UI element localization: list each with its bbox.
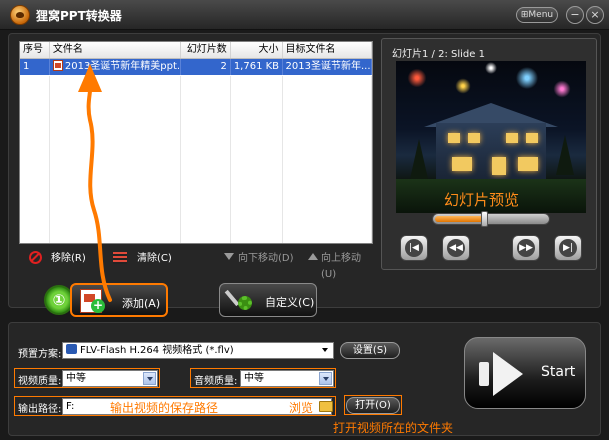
list-toolbar: 移除(R) 清除(C) 向下移动(D) 向上移动(U) — [19, 248, 373, 280]
audio-quality-select[interactable]: 中等 — [240, 370, 334, 387]
next-slide-button[interactable]: ▶▶ — [512, 235, 540, 261]
app-logo-icon — [10, 5, 30, 25]
first-icon: |◀ — [405, 239, 423, 257]
player-controls: |◀ ◀◀ ▶▶ ▶| — [396, 235, 586, 265]
clear-icon[interactable] — [113, 252, 127, 264]
preset-label: 预置方案: — [18, 349, 62, 360]
add-button[interactable]: 添加(A) — [70, 283, 168, 317]
flv-format-icon — [66, 344, 77, 354]
close-button[interactable]: × — [586, 6, 604, 24]
list-grid — [20, 76, 372, 243]
audio-quality-label: 音频质量: — [194, 376, 238, 387]
table-row[interactable]: 1 2013圣诞节新年精美ppt... 2 1,761 KB 2013圣诞节新年… — [20, 59, 373, 75]
open-hint: 打开视频所在的文件夹 — [333, 421, 454, 435]
previous-icon: ◀◀ — [447, 239, 465, 257]
video-quality-label: 视频质量: — [18, 376, 62, 387]
arrow-up-icon[interactable] — [308, 253, 318, 260]
column-index[interactable]: 序号 — [20, 42, 50, 58]
minimize-button[interactable]: − — [566, 6, 584, 24]
row-filename: 2013圣诞节新年精美ppt... — [50, 59, 182, 75]
start-label: Start — [541, 364, 576, 380]
app-title: 狸窝PPT转换器 — [36, 9, 122, 23]
column-slides[interactable]: 幻灯片数 — [181, 42, 231, 58]
last-slide-button[interactable]: ▶| — [554, 235, 582, 261]
previous-slide-button[interactable]: ◀◀ — [442, 235, 470, 261]
column-size[interactable]: 大小 — [231, 42, 283, 58]
remove-icon[interactable] — [29, 251, 42, 264]
preset-select[interactable]: FLV-Flash H.264 视频格式 (*.flv) — [62, 342, 334, 359]
first-slide-button[interactable]: |◀ — [400, 235, 428, 261]
browse-label[interactable]: 浏览 — [289, 399, 313, 416]
folder-icon[interactable] — [319, 401, 333, 412]
file-list[interactable]: 序号 文件名 幻灯片数 大小 目标文件名 1 2013圣诞节新年精美ppt...… — [19, 41, 373, 244]
output-hint: 输出视频的保存路径 — [110, 401, 219, 415]
row-target: 2013圣诞节新年... — [283, 59, 373, 75]
row-size: 1,761 KB — [231, 59, 283, 75]
next-icon: ▶▶ — [517, 239, 535, 257]
last-icon: ▶| — [559, 239, 577, 257]
column-filename[interactable]: 文件名 — [50, 42, 182, 58]
row-slides: 2 — [181, 59, 231, 75]
move-up-button[interactable]: 向上移动(U) — [321, 251, 373, 280]
preview-panel: 幻灯片1 / 2: Slide 1 幻灯片预览 |◀ ◀◀ ▶▶ ▶| — [381, 38, 597, 270]
main-panel: 序号 文件名 幻灯片数 大小 目标文件名 1 2013圣诞节新年精美ppt...… — [8, 33, 601, 308]
slide-label: 幻灯片1 / 2: Slide 1 — [392, 49, 485, 60]
title-bar: 狸窝PPT转换器 ⊞Menu − × — [0, 0, 609, 30]
open-folder-button[interactable]: 打开(O) — [346, 397, 400, 414]
settings-button[interactable]: 设置(S) — [340, 342, 400, 359]
clear-button[interactable]: 清除(C) — [137, 251, 172, 267]
file-list-header: 序号 文件名 幻灯片数 大小 目标文件名 — [20, 42, 373, 59]
preview-slider-fill — [435, 216, 486, 222]
column-target[interactable]: 目标文件名 — [283, 42, 373, 58]
remove-button[interactable]: 移除(R) — [51, 251, 86, 267]
move-down-button[interactable]: 向下移动(D) — [238, 251, 294, 267]
arrow-down-icon[interactable] — [224, 253, 234, 260]
chevron-down-icon — [319, 372, 332, 385]
preview-slider[interactable] — [432, 211, 550, 227]
chevron-down-icon — [319, 344, 332, 357]
video-quality-select[interactable]: 中等 — [62, 370, 158, 387]
start-button[interactable]: Start — [464, 337, 586, 409]
row-index: 1 — [20, 59, 50, 75]
ppt-file-icon — [52, 60, 63, 71]
preview-overlay-text: 幻灯片预览 — [444, 191, 520, 209]
start-arrow-icon — [479, 352, 525, 396]
output-path-label: 输出路径: — [18, 404, 62, 415]
menu-button[interactable]: ⊞Menu — [516, 7, 558, 23]
customize-button[interactable]: 自定义(C) — [219, 283, 317, 317]
tools-icon — [224, 287, 256, 313]
chevron-down-icon — [143, 372, 156, 385]
add-file-icon — [80, 289, 105, 313]
preview-slider-thumb[interactable] — [481, 211, 489, 227]
